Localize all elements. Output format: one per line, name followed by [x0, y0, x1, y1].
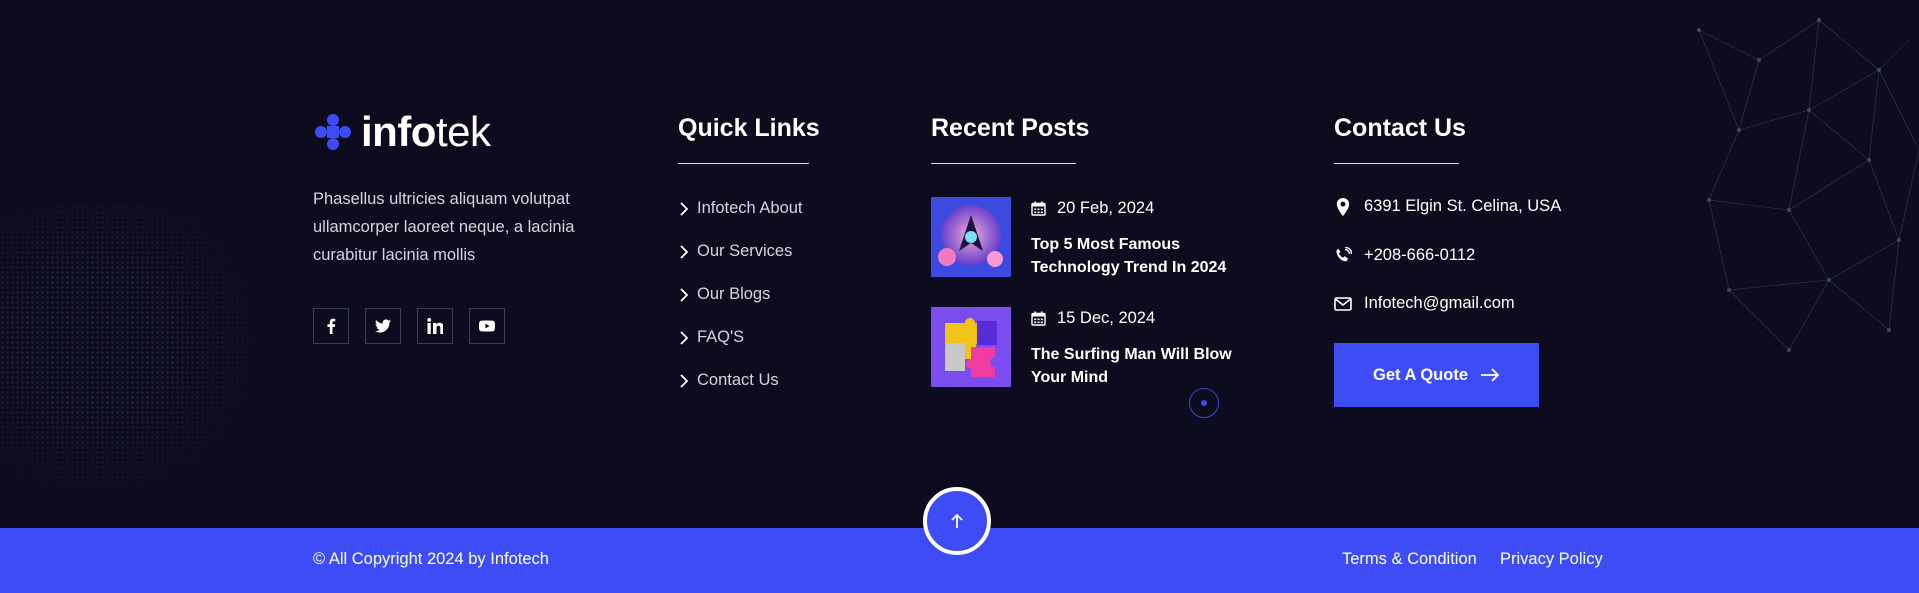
- privacy-link[interactable]: Privacy Policy: [1500, 550, 1603, 569]
- youtube-icon: [479, 320, 495, 332]
- facebook-icon: [327, 318, 336, 334]
- terms-link[interactable]: Terms & Condition: [1342, 550, 1477, 569]
- world-map-decoration: [0, 205, 270, 505]
- network-decoration: [1697, 18, 1919, 352]
- post-date: 15 Dec, 2024: [1031, 309, 1155, 328]
- contact-phone[interactable]: +208-666-0112: [1334, 246, 1475, 265]
- map-pin-icon: [1336, 197, 1350, 216]
- calendar-icon: [1031, 201, 1046, 216]
- chevron-right-icon: [680, 201, 689, 216]
- arrow-right-icon: [1481, 368, 1500, 382]
- post-title-link[interactable]: Top 5 Most Famous Technology Trend In 20…: [1031, 233, 1241, 279]
- contact-address: 6391 Elgin St. Celina, USA: [1334, 197, 1561, 216]
- post-date: 20 Feb, 2024: [1031, 199, 1154, 218]
- site-footer: infotek Phasellus ultricies aliquam volu…: [0, 0, 1919, 528]
- quick-links-divider: [678, 163, 809, 164]
- post-thumbnail[interactable]: [931, 307, 1011, 387]
- quick-link-services[interactable]: Our Services: [678, 242, 792, 261]
- phone-text: +208-666-0112: [1364, 246, 1476, 264]
- brand-logo[interactable]: infotek: [313, 111, 491, 153]
- post-date-text: 15 Dec, 2024: [1057, 309, 1156, 327]
- quick-link-label: FAQ'S: [697, 328, 745, 346]
- post-thumbnail[interactable]: [931, 197, 1011, 277]
- quick-links-heading: Quick Links: [678, 114, 820, 142]
- recent-posts-heading: Recent Posts: [931, 114, 1090, 142]
- quick-link-blogs[interactable]: Our Blogs: [678, 285, 770, 304]
- chevron-right-icon: [680, 373, 689, 388]
- address-text: 6391 Elgin St. Celina, USA: [1364, 197, 1562, 215]
- email-text: Infotech@gmail.com: [1364, 294, 1515, 312]
- logo-mark-icon: [315, 114, 351, 150]
- quick-link-label: Our Blogs: [697, 285, 771, 303]
- youtube-button[interactable]: [469, 308, 505, 344]
- quick-link-contact[interactable]: Contact Us: [678, 371, 779, 390]
- brand-name-light: tek: [435, 108, 491, 155]
- copyright-text: © All Copyright 2024 by Infotech: [313, 550, 549, 568]
- chevron-right-icon: [680, 244, 689, 259]
- contact-divider: [1334, 163, 1459, 164]
- get-quote-label: Get A Quote: [1372, 365, 1469, 384]
- quick-link-about[interactable]: Infotech About: [678, 199, 803, 218]
- calendar-icon: [1031, 311, 1046, 326]
- quick-link-label: Our Services: [697, 242, 793, 260]
- about-text: Phasellus ultricies aliquam volutpat ull…: [313, 190, 575, 264]
- arrow-up-icon: [951, 513, 963, 528]
- contact-heading: Contact Us: [1334, 114, 1466, 142]
- contact-email[interactable]: Infotech@gmail.com: [1334, 294, 1515, 313]
- recent-posts-divider: [931, 163, 1076, 164]
- post-title-link[interactable]: The Surfing Man Will Blow Your Mind: [1031, 343, 1241, 389]
- envelope-icon: [1334, 296, 1352, 311]
- quick-link-label: Contact Us: [697, 371, 779, 389]
- get-quote-button[interactable]: Get A Quote: [1334, 343, 1539, 407]
- brand-name: infotek: [361, 111, 491, 153]
- scroll-to-top-button[interactable]: [923, 487, 991, 555]
- twitter-button[interactable]: [365, 308, 401, 344]
- brand-name-bold: info: [361, 108, 436, 155]
- pagination-dot[interactable]: [1189, 388, 1219, 418]
- linkedin-icon: [427, 318, 443, 334]
- post-date-text: 20 Feb, 2024: [1057, 199, 1155, 217]
- linkedin-button[interactable]: [417, 308, 453, 344]
- chevron-right-icon: [680, 287, 689, 302]
- quick-link-label: Infotech About: [697, 199, 803, 217]
- twitter-icon: [375, 319, 391, 333]
- chevron-right-icon: [680, 330, 689, 345]
- quick-link-faq[interactable]: FAQ'S: [678, 328, 744, 347]
- social-links: [313, 308, 505, 344]
- facebook-button[interactable]: [313, 308, 349, 344]
- phone-icon: [1336, 246, 1352, 261]
